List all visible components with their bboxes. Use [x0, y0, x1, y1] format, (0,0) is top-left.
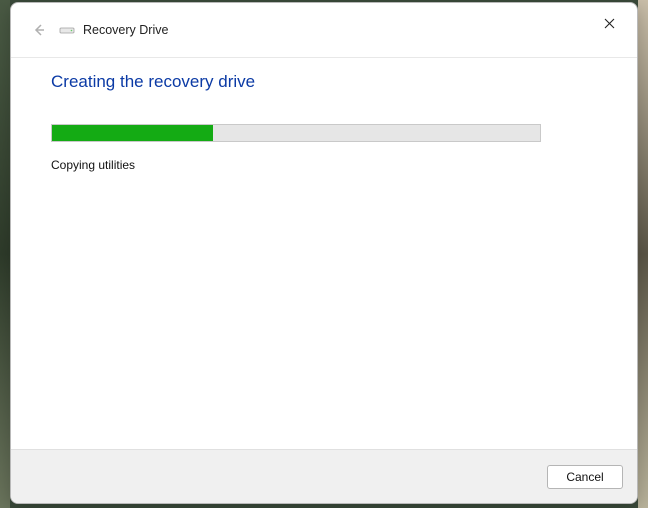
arrow-left-icon [31, 22, 47, 38]
desktop-bg-right [638, 0, 648, 508]
status-text: Copying utilities [51, 158, 597, 172]
footer: Cancel [11, 449, 637, 503]
content-area: Creating the recovery drive Copying util… [11, 58, 637, 449]
cancel-button[interactable]: Cancel [547, 465, 623, 489]
titlebar: Recovery Drive [11, 3, 637, 57]
desktop-bg-left [0, 0, 10, 508]
progress-fill [52, 125, 213, 141]
close-button[interactable] [589, 9, 629, 37]
close-icon [604, 18, 615, 29]
recovery-drive-icon [59, 22, 75, 38]
progress-bar [51, 124, 541, 142]
wizard-dialog: Recovery Drive Creating the recovery dri… [10, 2, 638, 504]
back-button [27, 18, 51, 42]
page-heading: Creating the recovery drive [51, 72, 597, 92]
window-title: Recovery Drive [83, 23, 168, 37]
